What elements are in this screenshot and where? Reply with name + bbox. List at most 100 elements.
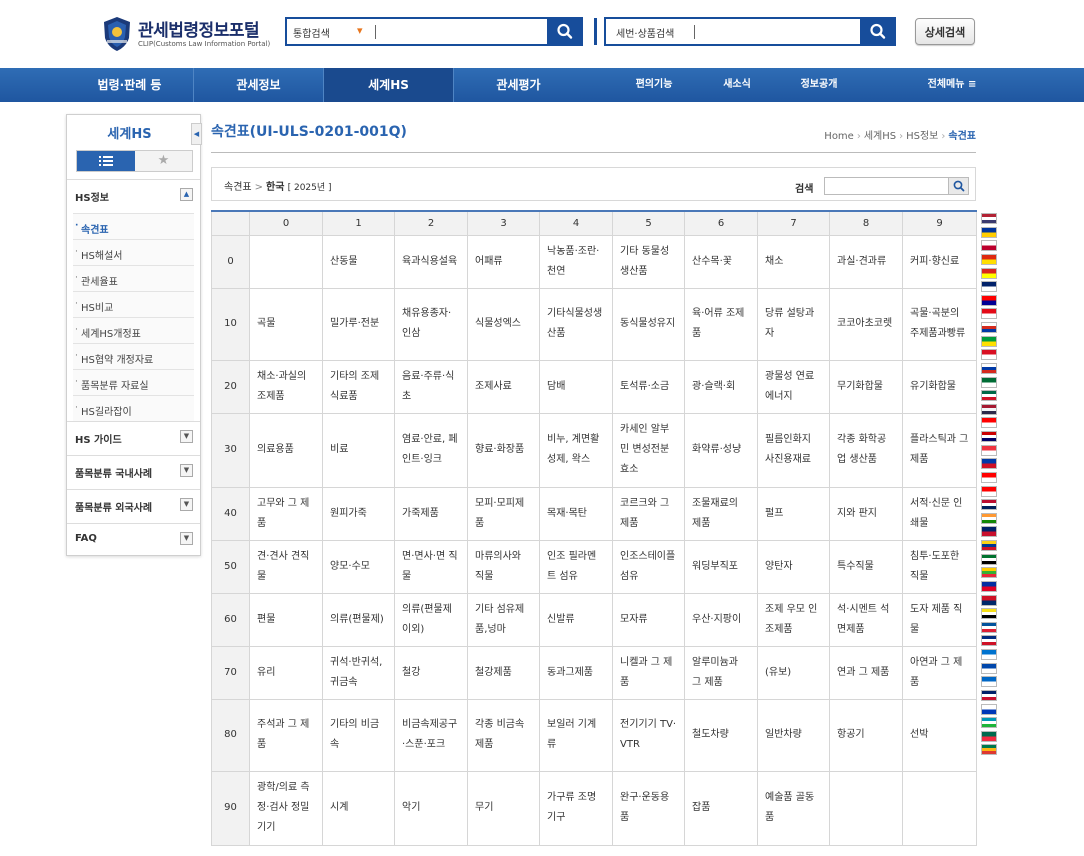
hs-chapter-cell[interactable]: 니켈과 그 제품 [612, 645, 685, 700]
hs-chapter-cell[interactable]: 주석과 그 제품 [249, 698, 323, 772]
hs-chapter-cell[interactable]: 코코아초코렛 [829, 287, 903, 361]
sidebar-section-hs-info[interactable]: HS정보 ▲ [67, 179, 200, 209]
filter-year[interactable]: [ 2025년 ] [288, 183, 332, 193]
hs-chapter-cell[interactable]: 비누, 계면활성제, 왁스 [539, 412, 613, 488]
hs-chapter-cell[interactable]: 일반차량 [757, 698, 830, 772]
hs-chapter-cell[interactable]: 지와 판지 [829, 486, 903, 541]
hs-chapter-cell[interactable]: 면·면사·면 직물 [394, 539, 468, 594]
hs-chapter-cell[interactable]: 가죽제품 [394, 486, 468, 541]
sidebar-item-hs-guide-book[interactable]: · HS길라잡이 [73, 395, 194, 421]
flag-jp[interactable] [981, 240, 997, 252]
hs-chapter-cell[interactable]: 염료·안료, 페인트·잉크 [394, 412, 468, 488]
tab-menu-list[interactable] [77, 151, 135, 171]
breadcrumb-hs-info[interactable]: HS정보 [906, 131, 938, 142]
filter-search-input[interactable] [827, 179, 945, 193]
chevron-down-icon[interactable]: ▾ [357, 24, 363, 37]
flag-ch[interactable] [981, 485, 997, 497]
integrated-search-input[interactable] [379, 22, 539, 42]
flag-ni[interactable] [981, 676, 997, 688]
flag-eu[interactable] [981, 226, 997, 238]
chevron-down-icon[interactable]: ▼ [180, 498, 193, 511]
sidebar-item-hs-compare[interactable]: · HS비교 [73, 291, 194, 317]
hs-chapter-cell[interactable]: 원피가죽 [322, 486, 395, 541]
integrated-search-button[interactable] [547, 17, 583, 46]
flag-mx[interactable] [981, 390, 997, 402]
sidebar-item-hs-commentary[interactable]: · HS해설서 [73, 239, 194, 265]
nav-item-news[interactable]: 새소식 [705, 68, 769, 102]
tab-favorites[interactable]: ★ [135, 151, 192, 171]
hs-chapter-cell[interactable]: 특수직물 [829, 539, 903, 594]
sidebar-section-hs-guide[interactable]: HS 가이드 ▼ [67, 421, 200, 451]
flag-ca[interactable] [981, 471, 997, 483]
hs-chapter-cell[interactable]: 예술품 골동품 [757, 770, 830, 846]
hs-chapter-cell[interactable]: 커피·향신료 [902, 234, 977, 289]
hs-chapter-cell[interactable]: 각종 비금속 제품 [467, 698, 540, 772]
item-search-button[interactable] [860, 17, 896, 46]
hs-chapter-cell[interactable]: 항공기 [829, 698, 903, 772]
hs-chapter-cell[interactable]: 과실·견과류 [829, 234, 903, 289]
breadcrumb-home[interactable]: Home [824, 131, 854, 142]
hs-chapter-cell[interactable]: 동식물성유지 [612, 287, 685, 361]
hs-chapter-cell[interactable]: 고무와 그 제품 [249, 486, 323, 541]
hs-chapter-cell[interactable]: 잡품 [684, 770, 758, 846]
hs-chapter-cell[interactable]: 시계 [322, 770, 395, 846]
hs-chapter-cell[interactable]: 어패류 [467, 234, 540, 289]
hs-chapter-cell[interactable]: 밀가루·전분 [322, 287, 395, 361]
hs-chapter-cell[interactable]: 인조 필라멘트 섬유 [539, 539, 613, 594]
nav-item-law[interactable]: 법령·판례 등 [66, 68, 193, 102]
flag-il[interactable] [981, 703, 997, 715]
hs-chapter-cell[interactable]: 무기 [467, 770, 540, 846]
sidebar-item-quick-table[interactable]: · 속견표 [73, 213, 194, 239]
hs-chapter-cell[interactable]: 담배 [539, 359, 613, 414]
flag-kh[interactable] [981, 580, 997, 592]
hs-chapter-cell[interactable]: 아연과 그 제품 [902, 645, 977, 700]
hs-chapter-cell[interactable]: 마류의사와 직물 [467, 539, 540, 594]
hs-chapter-cell[interactable]: 펄프 [757, 486, 830, 541]
breadcrumb-world-hs[interactable]: 세계HS [864, 131, 896, 142]
flag-cr[interactable] [981, 635, 997, 647]
flag-br[interactable] [981, 335, 997, 347]
hs-chapter-cell[interactable]: 목재·목탄 [539, 486, 613, 541]
hs-chapter-cell[interactable]: 채소 [757, 234, 830, 289]
hs-chapter-cell[interactable]: 알루미늄과 그 제품 [684, 645, 758, 700]
item-search-input[interactable] [698, 22, 858, 42]
hs-chapter-cell[interactable]: 의료용품 [249, 412, 323, 488]
flag-cl[interactable] [981, 322, 997, 333]
hs-chapter-cell[interactable]: 각종 화학공업 생산품 [829, 412, 903, 488]
nav-item-disclosure[interactable]: 정보공개 [785, 68, 853, 102]
hs-chapter-cell[interactable]: 기타식물성생산품 [539, 287, 613, 361]
sidebar-item-hs-convention[interactable]: · HS협약 개정자료 [73, 343, 194, 369]
hs-chapter-cell[interactable]: 곡물·곡분의 주제품과빵류 [902, 287, 977, 361]
hs-chapter-cell[interactable]: 가구류 조명기구 [539, 770, 613, 846]
sidebar-section-faq[interactable]: FAQ ▼ [67, 523, 200, 553]
detail-search-button[interactable]: 상세검색 [915, 18, 975, 45]
nav-item-customs-info[interactable]: 관세정보 [194, 68, 323, 102]
hs-chapter-cell[interactable]: (유보) [757, 645, 830, 700]
flag-is[interactable] [981, 621, 997, 633]
flag-bn[interactable] [981, 608, 997, 620]
hs-chapter-cell[interactable]: 광학/의료 측정·검사 정밀기기 [249, 770, 323, 846]
hs-chapter-cell[interactable]: 인조스테이플 섬유 [612, 539, 685, 594]
flag-sa[interactable] [981, 376, 997, 388]
hs-chapter-cell[interactable]: 철강 [394, 645, 468, 700]
filter-country[interactable]: 한국 [266, 182, 284, 193]
hs-chapter-cell[interactable]: 기타 섬유제품,넝마 [467, 592, 540, 647]
flag-sv[interactable] [981, 662, 997, 674]
hs-chapter-cell[interactable]: 철강제품 [467, 645, 540, 700]
hs-chapter-cell[interactable]: 동과그제품 [539, 645, 613, 700]
hs-chapter-cell[interactable]: 의류(편물제이외) [394, 592, 468, 647]
nav-item-convenience[interactable]: 편의기능 [620, 68, 688, 102]
flag-tw[interactable] [981, 294, 997, 306]
flag-vn[interactable] [981, 267, 997, 279]
nav-item-all-menu[interactable]: 전체메뉴 ≡ [912, 68, 992, 102]
flag-gb[interactable] [981, 689, 997, 701]
hs-chapter-cell[interactable]: 광·슬랙·회 [684, 359, 758, 414]
hs-chapter-cell[interactable]: 향료·화장품 [467, 412, 540, 488]
hs-chapter-cell[interactable]: 식물성엑스 [467, 287, 540, 361]
nav-item-customs-valuation[interactable]: 관세평가 [454, 68, 583, 102]
hs-chapter-cell[interactable]: 완구·운동용품 [612, 770, 685, 846]
hs-chapter-cell[interactable]: 육·어류 조제품 [684, 287, 758, 361]
hs-chapter-cell[interactable]: 채소·과실의조제품 [249, 359, 323, 414]
hs-chapter-cell[interactable]: 연과 그 제품 [829, 645, 903, 700]
flag-pe[interactable] [981, 349, 997, 361]
